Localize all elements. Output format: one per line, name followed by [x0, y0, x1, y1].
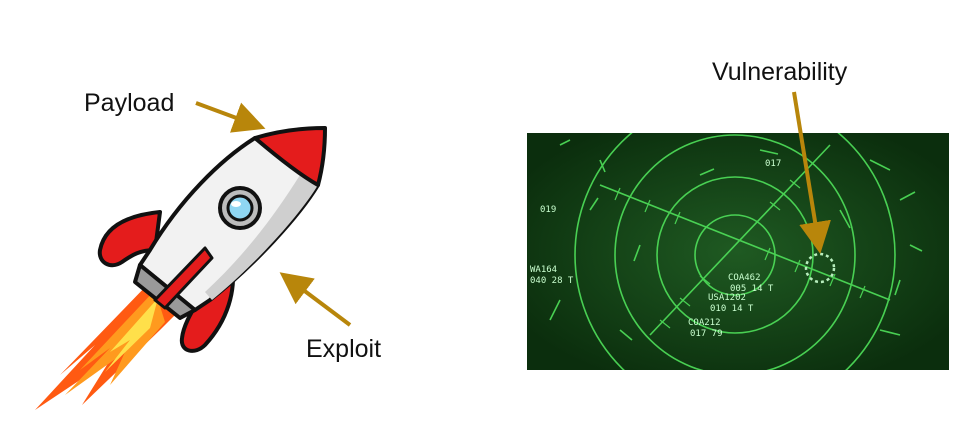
radar-label: 019: [540, 205, 556, 215]
payload-label: Payload: [84, 89, 175, 117]
radar-screen-image: COA462 005 14 T USA1202 010 14 T COA212 …: [527, 133, 949, 370]
exploit-label: Exploit: [306, 335, 382, 363]
exploit-arrow: [279, 272, 352, 327]
rocket-illustration: [35, 126, 327, 410]
payload-arrow: [195, 101, 266, 133]
radar-label: USA1202: [708, 293, 746, 303]
radar-label: 017: [765, 159, 781, 169]
radar-label: COA212: [688, 318, 721, 328]
vulnerability-label: Vulnerability: [712, 58, 848, 86]
radar-label: 040 28 T: [530, 276, 574, 286]
radar-label: 017 79: [690, 329, 723, 339]
radar-label: COA462: [728, 273, 761, 283]
radar-label: 010 14 T: [710, 304, 754, 314]
radar-label: WA164: [530, 265, 557, 275]
